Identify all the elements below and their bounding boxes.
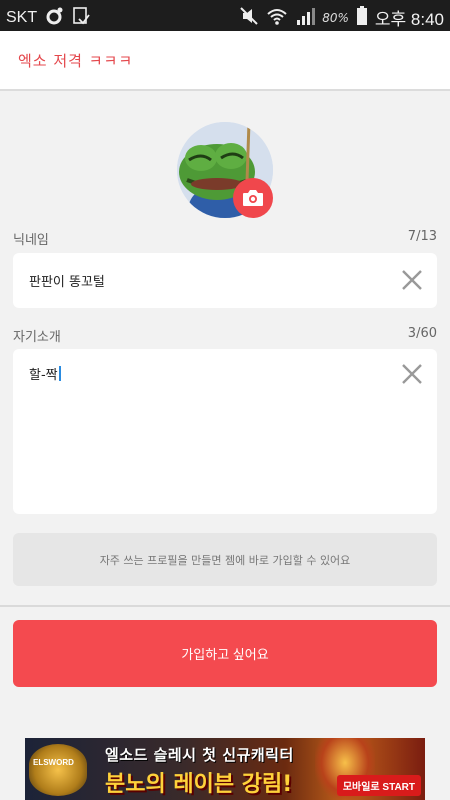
nickname-label: 닉네임 <box>13 233 49 248</box>
bio-value: 할-짝 <box>29 368 58 383</box>
nickname-value[interactable]: 판판이 똥꼬털 <box>29 271 105 290</box>
camera-icon <box>243 190 263 206</box>
nickname-field[interactable]: 판판이 똥꼬털 <box>13 253 437 308</box>
banner-cta-button[interactable]: 모바일로 START <box>336 775 421 796</box>
signal-icon <box>295 6 316 30</box>
record-icon <box>44 6 64 30</box>
banner-subheadline: 분노의 레이븐 강림! <box>105 772 293 797</box>
carrier-label: SKT <box>6 9 38 26</box>
clock: 오후 8:40 <box>374 10 444 29</box>
game-logo-text: ELSWORD <box>33 758 74 767</box>
game-logo <box>29 744 87 796</box>
join-button[interactable]: 가입하고 싶어요 <box>13 620 437 687</box>
join-button-label: 가입하고 싶어요 <box>181 647 269 662</box>
text-caret <box>58 366 61 381</box>
profile-hint: 자주 쓰는 프로필을 만들면 젬에 바로 가입할 수 있어요 <box>13 533 437 586</box>
change-photo-button[interactable] <box>233 178 273 218</box>
bio-value-wrap[interactable]: 할-짝 <box>29 364 61 383</box>
bio-counter: 3/60 <box>407 326 437 341</box>
hint-text: 자주 쓰는 프로필을 만들면 젬에 바로 가입할 수 있어요 <box>99 553 351 567</box>
nickname-counter: 7/13 <box>407 229 437 244</box>
divider <box>0 605 450 607</box>
banner-headline: 엘소드 슬레시 첫 신규캐릭터 <box>105 746 294 764</box>
page-title: 엑소 저격 ㅋㅋㅋ <box>18 52 134 70</box>
clear-nickname-button[interactable] <box>401 269 423 291</box>
battery-icon <box>356 5 368 30</box>
clear-bio-button[interactable] <box>401 363 423 385</box>
page-header: 엑소 저격 ㅋㅋㅋ <box>0 31 450 91</box>
mute-icon <box>239 6 259 30</box>
close-icon <box>402 364 422 384</box>
profile-avatar-area[interactable] <box>177 122 273 218</box>
status-bar: SKT 80% 오후 8:40 <box>0 0 450 31</box>
bio-field[interactable]: 할-짝 <box>13 349 437 514</box>
bio-label: 자기소개 <box>13 330 61 345</box>
close-icon <box>402 270 422 290</box>
download-icon <box>71 6 91 30</box>
wifi-icon <box>266 6 288 30</box>
battery-percent: 80% <box>322 10 349 25</box>
ad-banner[interactable]: ELSWORD 엘소드 슬레시 첫 신규캐릭터 분노의 레이븐 강림! 모바일로… <box>25 738 425 800</box>
